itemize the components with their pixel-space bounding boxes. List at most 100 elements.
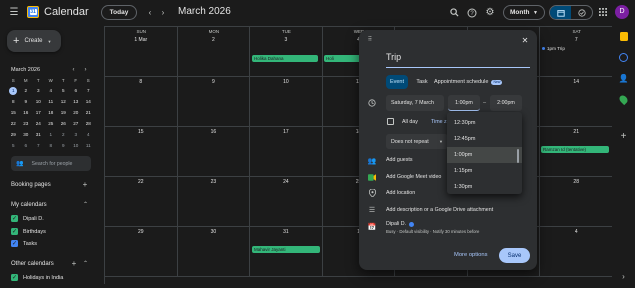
mini-prev-icon[interactable]: ‹ <box>70 66 77 73</box>
day-number[interactable]: 21 <box>540 129 612 135</box>
settings-gear-icon[interactable]: ⚙ <box>484 6 496 18</box>
mini-day[interactable]: 14 <box>82 96 95 107</box>
mini-day[interactable]: 8 <box>45 140 58 151</box>
day-number[interactable]: 8 <box>105 79 177 85</box>
save-button[interactable]: Save <box>499 248 530 263</box>
time-option[interactable]: 12:45pm <box>447 131 522 147</box>
close-icon[interactable]: ✕ <box>520 35 530 45</box>
tasks-view-icon[interactable] <box>571 6 592 19</box>
day-number[interactable]: 2 <box>178 37 250 43</box>
time-option[interactable]: 1:15pm <box>447 163 522 179</box>
event-chip[interactable]: 1pm Trip <box>542 46 565 51</box>
mini-day[interactable]: 9 <box>20 96 33 107</box>
search-icon[interactable] <box>449 7 460 18</box>
mini-day[interactable]: 1 <box>45 129 58 140</box>
day-cell[interactable]: 10 <box>250 77 323 127</box>
mini-day[interactable]: 16 <box>20 107 33 118</box>
mini-day[interactable]: 11 <box>82 140 95 151</box>
mini-day[interactable]: 6 <box>20 140 33 151</box>
previous-month-icon[interactable]: ‹ <box>145 7 155 17</box>
calendar-view-icon[interactable] <box>550 6 571 19</box>
mini-day[interactable]: 18 <box>45 107 58 118</box>
apps-grid-icon[interactable] <box>598 7 608 17</box>
mini-day[interactable]: 6 <box>70 85 83 96</box>
add-addon-icon[interactable]: + <box>619 131 628 142</box>
day-cell[interactable]: 7 <box>540 27 613 77</box>
mini-day[interactable]: 28 <box>82 118 95 129</box>
mini-day[interactable]: 19 <box>57 107 70 118</box>
day-cell[interactable]: 23 <box>177 177 251 227</box>
mini-day[interactable]: 7 <box>32 140 45 151</box>
mini-day[interactable]: 31 <box>32 129 45 140</box>
mini-day[interactable]: 2 <box>57 129 70 140</box>
mini-day[interactable]: 17 <box>32 107 45 118</box>
add-other-calendar-icon[interactable]: + <box>70 259 78 268</box>
tasks-icon[interactable] <box>619 53 628 62</box>
day-cell[interactable]: 28 <box>540 177 613 227</box>
search-people-input[interactable]: 👥 Search for people <box>11 156 91 171</box>
owner-row[interactable]: Dipali D. <box>386 221 415 227</box>
day-number[interactable]: 23 <box>178 179 250 185</box>
mini-day[interactable]: 5 <box>57 85 70 96</box>
day-cell[interactable]: 4 <box>540 227 613 277</box>
add-meet-button[interactable]: Add Google Meet video <box>386 174 441 180</box>
day-number[interactable]: 24 <box>250 179 322 185</box>
mini-next-icon[interactable]: › <box>82 66 89 73</box>
mini-day[interactable]: 2 <box>20 85 33 96</box>
time-option[interactable]: 1:30pm <box>447 179 522 194</box>
day-cell[interactable]: 1 Mar <box>105 27 178 77</box>
add-description-field[interactable]: Add description or a Google Drive attach… <box>386 207 493 213</box>
mini-day[interactable]: 10 <box>70 140 83 151</box>
mini-day[interactable]: 3 <box>70 129 83 140</box>
day-number[interactable]: 3 <box>250 37 322 43</box>
calendar-list-item[interactable]: ✓ Dipali D. <box>11 215 44 222</box>
mini-day[interactable]: 30 <box>20 129 33 140</box>
mini-day[interactable]: 27 <box>70 118 83 129</box>
day-cell[interactable]: 16 <box>177 127 251 177</box>
day-number[interactable]: 1 Mar <box>105 37 177 43</box>
mini-day[interactable]: 29 <box>7 129 20 140</box>
day-cell[interactable]: 30 <box>177 227 251 277</box>
day-number[interactable]: 10 <box>250 79 322 85</box>
mini-day[interactable]: 15 <box>7 107 20 118</box>
mini-day[interactable]: 20 <box>70 107 83 118</box>
chevron-up-icon[interactable]: ⌃ <box>82 260 89 267</box>
event-chip[interactable]: Holika Dahana <box>252 55 318 62</box>
mini-day[interactable]: 9 <box>57 140 70 151</box>
time-option[interactable]: 1:00pm <box>447 147 522 163</box>
mini-day[interactable]: 26 <box>57 118 70 129</box>
add-guests-field[interactable]: Add guests <box>386 157 413 163</box>
mini-day[interactable]: 4 <box>82 129 95 140</box>
event-chip[interactable]: Holi <box>324 55 364 62</box>
add-booking-icon[interactable]: + <box>81 180 89 189</box>
mini-day[interactable]: 3 <box>32 85 45 96</box>
day-number[interactable]: 30 <box>178 229 250 235</box>
event-title-input[interactable]: Trip <box>386 52 530 68</box>
view-switcher-dropdown[interactable]: Month ▼ <box>503 5 545 20</box>
mini-day[interactable]: 11 <box>45 96 58 107</box>
create-button[interactable]: + Create ▼ <box>7 30 61 52</box>
time-option[interactable]: 12:30pm <box>447 115 522 131</box>
account-avatar[interactable]: D <box>615 5 629 19</box>
day-cell[interactable]: 15 <box>105 127 178 177</box>
day-number[interactable]: 14 <box>540 79 612 85</box>
day-number[interactable]: 29 <box>105 229 177 235</box>
mini-day[interactable]: 21 <box>82 107 95 118</box>
day-number[interactable]: 22 <box>105 179 177 185</box>
mini-day[interactable]: 4 <box>45 85 58 96</box>
checkbox-checked-icon[interactable]: ✓ <box>11 228 18 235</box>
day-cell[interactable]: 3 <box>250 27 323 77</box>
mini-day[interactable]: 24 <box>32 118 45 129</box>
checkbox-checked-icon[interactable]: ✓ <box>11 274 18 281</box>
checkbox-checked-icon[interactable]: ✓ <box>11 240 18 247</box>
mini-day[interactable]: 23 <box>20 118 33 129</box>
mini-day[interactable]: 5 <box>7 140 20 151</box>
mini-day[interactable]: 13 <box>70 96 83 107</box>
day-number[interactable]: 15 <box>105 129 177 135</box>
mini-day[interactable]: 8 <box>7 96 20 107</box>
chevron-up-icon[interactable]: ⌃ <box>82 201 89 208</box>
help-icon[interactable]: ? <box>466 7 477 18</box>
day-number[interactable]: 28 <box>540 179 612 185</box>
day-cell[interactable]: 8 <box>105 77 178 127</box>
day-cell[interactable]: 17 <box>250 127 323 177</box>
